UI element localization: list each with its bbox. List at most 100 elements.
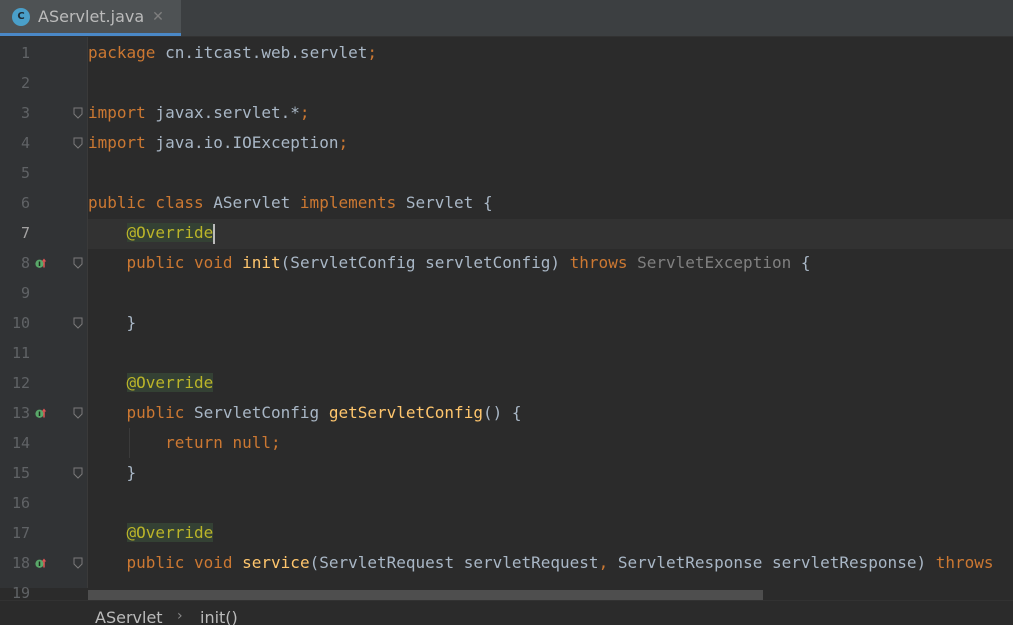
code-token: public void <box>126 253 233 272</box>
code-line: @Override <box>88 218 1013 248</box>
code-token: throws <box>569 253 628 272</box>
code-token: public class <box>88 193 204 212</box>
line-number: 10 <box>11 314 30 332</box>
code-token: java.io.IOException <box>145 133 339 152</box>
line-number: 17 <box>11 524 30 542</box>
editor-tab-bar: C AServlet.java ✕ <box>0 0 1013 37</box>
implements-method-icon[interactable] <box>35 557 47 569</box>
line-number: 8 <box>20 254 30 272</box>
code-token: getServletConfig <box>328 403 483 422</box>
code-token: package <box>88 43 156 62</box>
code-token: cn.itcast.web.servlet <box>155 43 368 62</box>
breadcrumb-method[interactable]: init() <box>200 608 238 625</box>
java-class-icon: C <box>12 7 30 26</box>
code-token: @Override <box>126 223 214 242</box>
fold-marker-icon[interactable] <box>73 557 83 569</box>
code-token: (ServletConfig servletConfig) <box>280 253 570 272</box>
line-number: 5 <box>20 164 30 182</box>
text-caret <box>213 223 216 244</box>
line-number: 13 <box>11 404 30 422</box>
code-token: @Override <box>126 523 214 542</box>
code-token: return null; <box>165 433 281 452</box>
code-line: public ServletConfig getServletConfig() … <box>88 398 1013 428</box>
line-number: 16 <box>11 494 30 512</box>
code-token: ; <box>367 43 377 62</box>
tab-title: AServlet.java <box>38 7 145 26</box>
code-line: return null; <box>88 428 1013 458</box>
fold-marker-icon[interactable] <box>73 407 83 419</box>
code-token: service <box>242 553 310 572</box>
code-token: public void <box>126 553 233 572</box>
horizontal-scrollbar[interactable] <box>88 588 1013 600</box>
line-number: 3 <box>20 104 30 122</box>
line-number: 9 <box>20 284 30 302</box>
code-token: } <box>88 463 137 482</box>
code-token: import <box>88 133 146 152</box>
code-line: } <box>88 458 1013 488</box>
code-token: ServletResponse servletResponse) <box>608 553 936 572</box>
code-line: @Override <box>88 518 1013 548</box>
scrollbar-thumb[interactable] <box>88 590 763 600</box>
code-token: ; <box>338 133 349 152</box>
line-number: 4 <box>20 134 30 152</box>
code-line: package cn.itcast.web.servlet; <box>88 38 1013 68</box>
breadcrumb-class[interactable]: AServlet <box>95 608 163 625</box>
tab-aservlet-java[interactable]: C AServlet.java ✕ <box>0 0 181 36</box>
fold-marker-icon[interactable] <box>73 317 83 329</box>
fold-marker-icon[interactable] <box>73 137 83 149</box>
line-number: 14 <box>11 434 30 452</box>
code-token: AServlet <box>203 193 300 212</box>
code-line: import javax.servlet.*; <box>88 98 1013 128</box>
indent-guide <box>129 428 130 458</box>
code-token: javax.servlet.* <box>145 103 300 122</box>
fold-marker-icon[interactable] <box>73 107 83 119</box>
code-token: public <box>126 403 185 422</box>
implements-method-icon[interactable] <box>35 407 47 419</box>
code-line: public class AServlet implements Servlet… <box>88 188 1013 218</box>
code-token: , <box>598 553 609 572</box>
code-line: public void init(ServletConfig servletCo… <box>88 248 1013 278</box>
code-token: { <box>791 253 811 272</box>
line-number: 7 <box>20 224 30 242</box>
code-line: @Override <box>88 368 1013 398</box>
line-number: 6 <box>20 194 30 212</box>
fold-marker-icon[interactable] <box>73 467 83 479</box>
close-icon[interactable]: ✕ <box>152 9 164 25</box>
code-line: } <box>88 308 1013 338</box>
code-token: Servlet { <box>396 193 493 212</box>
code-token: implements <box>299 193 397 212</box>
line-number: 2 <box>20 74 30 92</box>
code-editor[interactable]: package cn.itcast.web.servlet; import jav… <box>88 37 1013 588</box>
code-token: throws <box>935 553 994 572</box>
code-token: () { <box>482 403 522 422</box>
breadcrumb: AServlet › init() <box>0 600 1013 625</box>
code-line: import java.io.IOException; <box>88 128 1013 158</box>
line-number: 11 <box>11 344 30 362</box>
line-number: 18 <box>11 554 30 572</box>
implements-method-icon[interactable] <box>35 257 47 269</box>
code-token: import <box>88 103 146 122</box>
code-token: init <box>242 253 281 272</box>
code-line: public void service(ServletRequest servl… <box>88 548 1013 578</box>
fold-marker-icon[interactable] <box>73 257 83 269</box>
code-token: ServletException <box>637 253 792 272</box>
code-token: } <box>88 313 137 332</box>
code-token: @Override <box>126 373 214 392</box>
line-number: 15 <box>11 464 30 482</box>
breadcrumb-separator: › <box>177 608 183 624</box>
